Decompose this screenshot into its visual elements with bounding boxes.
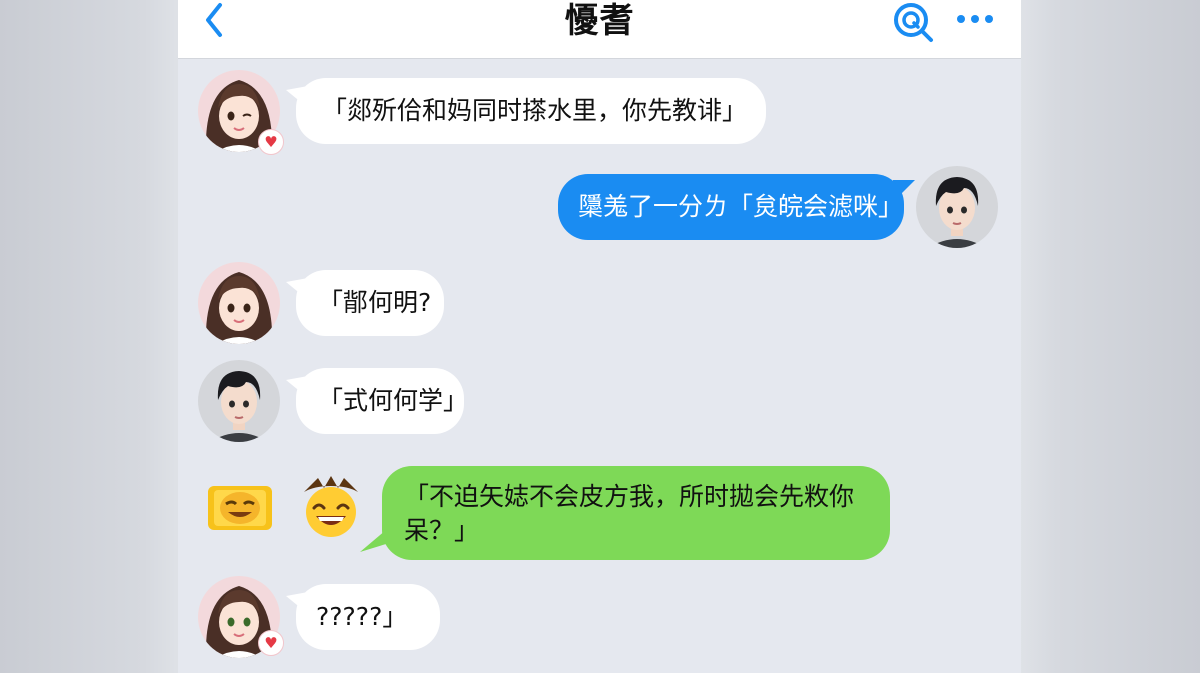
message-bubble[interactable]: ?????」 (296, 584, 440, 650)
girl-avatar-icon (198, 262, 280, 344)
more-dots-icon (957, 15, 993, 23)
message-bubble[interactable]: 「不迫矢娡不会皮方我，所时拋会先敉你呆？」 (382, 466, 890, 560)
message-text: 「不迫矢娡不会皮方我，所时拋会先敉你呆？」 (404, 482, 855, 545)
message-text: 「郯歽佮和妈同时搽水里，你先教诽」 (322, 96, 748, 125)
avatar-girl[interactable] (198, 262, 280, 344)
message-bubble[interactable]: 櫽羗了一分ㄌ「炱皖会滤咪」 (558, 174, 904, 240)
heart-icon: ♥ (258, 129, 284, 155)
message-bubble[interactable]: 「鄁何明? (296, 270, 444, 336)
message-row: ♥ 「郯歽佮和妈同时搽水里，你先教诽」 (178, 66, 1021, 156)
chat-screen: 懮耆 ♥ 「郯歽佮和妈同时搽水里，你先教诽」 櫽羗了一分ㄌ「炱皖会滤咪」 「鄁何… (178, 0, 1021, 673)
message-text: ?????」 (316, 602, 408, 631)
more-options-button[interactable] (953, 4, 997, 34)
heart-icon: ♥ (258, 630, 284, 656)
message-row: 「鄁何明? (178, 258, 1021, 348)
boy-avatar-icon (916, 166, 998, 248)
boy-avatar-icon (198, 360, 280, 442)
sticker-icon[interactable] (206, 482, 274, 534)
avatar-boy[interactable] (916, 166, 998, 248)
message-bubble[interactable]: 「郯歽佮和妈同时搽水里，你先教诽」 (296, 78, 766, 144)
message-row: ♥ ?????」 (178, 572, 1021, 672)
message-bubble[interactable]: 「式何何学」 (296, 368, 468, 434)
chat-header: 懮耆 (178, 0, 1021, 59)
message-row: 櫽羗了一分ㄌ「炱皖会滤咪」 (178, 164, 1021, 254)
message-text: 「式何何学」 (318, 386, 469, 415)
search-icon (894, 3, 933, 42)
message-row: 「不迫矢娡不会皮方我，所时拋会先敉你呆？」 (178, 460, 1021, 570)
grinning-face-icon[interactable] (298, 474, 364, 540)
message-text: 「鄁何明? (318, 288, 432, 317)
message-row: 「式何何学」 (178, 356, 1021, 446)
avatar-boy[interactable] (198, 360, 280, 442)
search-button[interactable] (888, 0, 936, 44)
message-text: 櫽羗了一分ㄌ「炱皖会滤咪」 (578, 192, 904, 221)
